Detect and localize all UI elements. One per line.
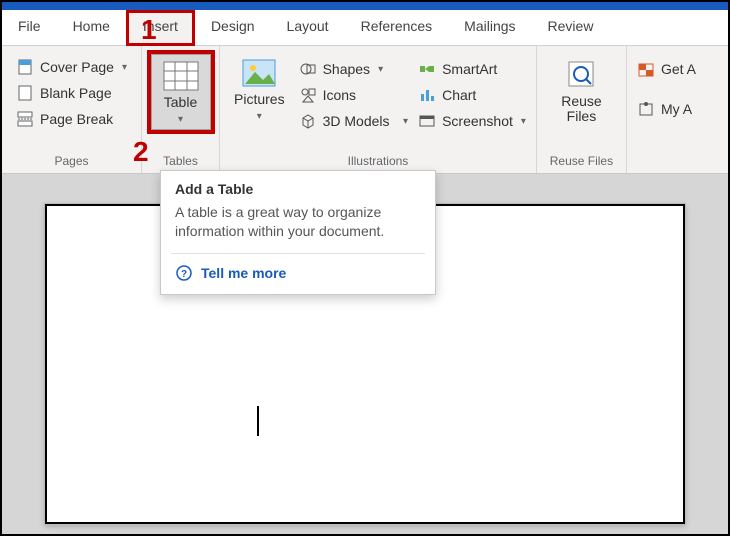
ribbon: Cover Page ▾ Blank Page Page Break Page [2, 46, 728, 174]
cube-icon [299, 112, 317, 130]
group-reuse-label: Reuse Files [550, 154, 613, 171]
tell-me-more-label: Tell me more [201, 265, 286, 281]
ribbon-tabs: File Home Insert Design Layout Reference… [2, 10, 728, 46]
tab-mailings[interactable]: Mailings [448, 10, 531, 45]
pictures-icon [241, 58, 277, 88]
tab-layout[interactable]: Layout [271, 10, 345, 45]
icons-button[interactable]: Icons [297, 84, 411, 106]
shapes-button[interactable]: Shapes ▾ [297, 58, 411, 80]
cover-page-button[interactable]: Cover Page ▾ [14, 56, 129, 78]
group-tables-label: Tables [163, 154, 198, 171]
store-icon [637, 60, 655, 78]
cover-page-icon [16, 58, 34, 76]
shapes-label: Shapes [323, 61, 370, 77]
chart-label: Chart [442, 87, 476, 103]
screenshot-label: Screenshot [442, 113, 513, 129]
chevron-down-icon: ▾ [521, 116, 526, 127]
group-pages-label: Pages [54, 154, 88, 171]
blank-page-button[interactable]: Blank Page [14, 82, 129, 104]
smartart-icon [418, 60, 436, 78]
screenshot-button[interactable]: Screenshot ▾ [416, 110, 528, 132]
my-addins-button[interactable]: My A [635, 98, 698, 120]
icons-label: Icons [323, 87, 356, 103]
chart-icon [418, 86, 436, 104]
smartart-label: SmartArt [442, 61, 497, 77]
smartart-button[interactable]: SmartArt [416, 58, 528, 80]
chart-button[interactable]: Chart [416, 84, 528, 106]
pictures-label: Pictures [234, 92, 285, 107]
group-tables: Table ▾ Tables [142, 46, 220, 173]
table-label: Table [164, 95, 197, 110]
tab-references[interactable]: References [345, 10, 449, 45]
group-reuse-files: Reuse Files Reuse Files [537, 46, 627, 173]
table-button[interactable]: Table ▾ [154, 57, 208, 127]
tooltip-title: Add a Table [161, 171, 435, 203]
page-break-icon [16, 110, 34, 128]
chevron-down-icon: ▾ [178, 114, 183, 125]
chevron-down-icon: ▾ [378, 64, 383, 75]
3d-models-label: 3D Models [323, 113, 390, 129]
pictures-button[interactable]: Pictures ▾ [228, 54, 291, 124]
blank-page-icon [16, 84, 34, 102]
blank-page-label: Blank Page [40, 85, 112, 101]
cover-page-label: Cover Page [40, 59, 114, 75]
get-addins-label: Get A [661, 61, 696, 77]
shapes-icon [299, 60, 317, 78]
icons-icon [299, 86, 317, 104]
tell-me-more-link[interactable]: ? Tell me more [161, 254, 435, 294]
table-icon [163, 61, 199, 91]
chevron-down-icon: ▾ [398, 116, 409, 127]
text-cursor [257, 406, 259, 436]
tab-design[interactable]: Design [195, 10, 271, 45]
page-break-button[interactable]: Page Break [14, 108, 129, 130]
group-addins-label [665, 154, 668, 171]
get-addins-button[interactable]: Get A [635, 58, 698, 80]
title-bar [2, 2, 728, 10]
my-addins-label: My A [661, 101, 692, 117]
group-addins: Get A My A [627, 46, 706, 173]
svg-text:?: ? [181, 269, 187, 280]
group-illustrations-label: Illustrations [348, 154, 409, 171]
3d-models-button[interactable]: 3D Models ▾ [297, 110, 411, 132]
tooltip-add-table: Add a Table A table is a great way to or… [160, 170, 436, 295]
page-break-label: Page Break [40, 111, 113, 127]
tooltip-body: A table is a great way to organize infor… [161, 203, 435, 253]
tab-review[interactable]: Review [532, 10, 610, 45]
tab-file[interactable]: File [2, 10, 57, 45]
tab-home[interactable]: Home [57, 10, 126, 45]
tab-insert[interactable]: Insert [126, 10, 195, 46]
screenshot-icon [418, 112, 436, 130]
group-pages: Cover Page ▾ Blank Page Page Break Page [2, 46, 142, 173]
reuse-files-label: Reuse Files [561, 94, 601, 125]
reuse-files-icon [563, 58, 599, 90]
reuse-files-button[interactable]: Reuse Files [554, 54, 608, 127]
group-illustrations: Pictures ▾ Shapes ▾ Icons [220, 46, 537, 173]
chevron-down-icon: ▾ [122, 62, 127, 73]
addins-icon [637, 100, 655, 118]
chevron-down-icon: ▾ [257, 111, 262, 122]
help-icon: ? [175, 264, 193, 282]
